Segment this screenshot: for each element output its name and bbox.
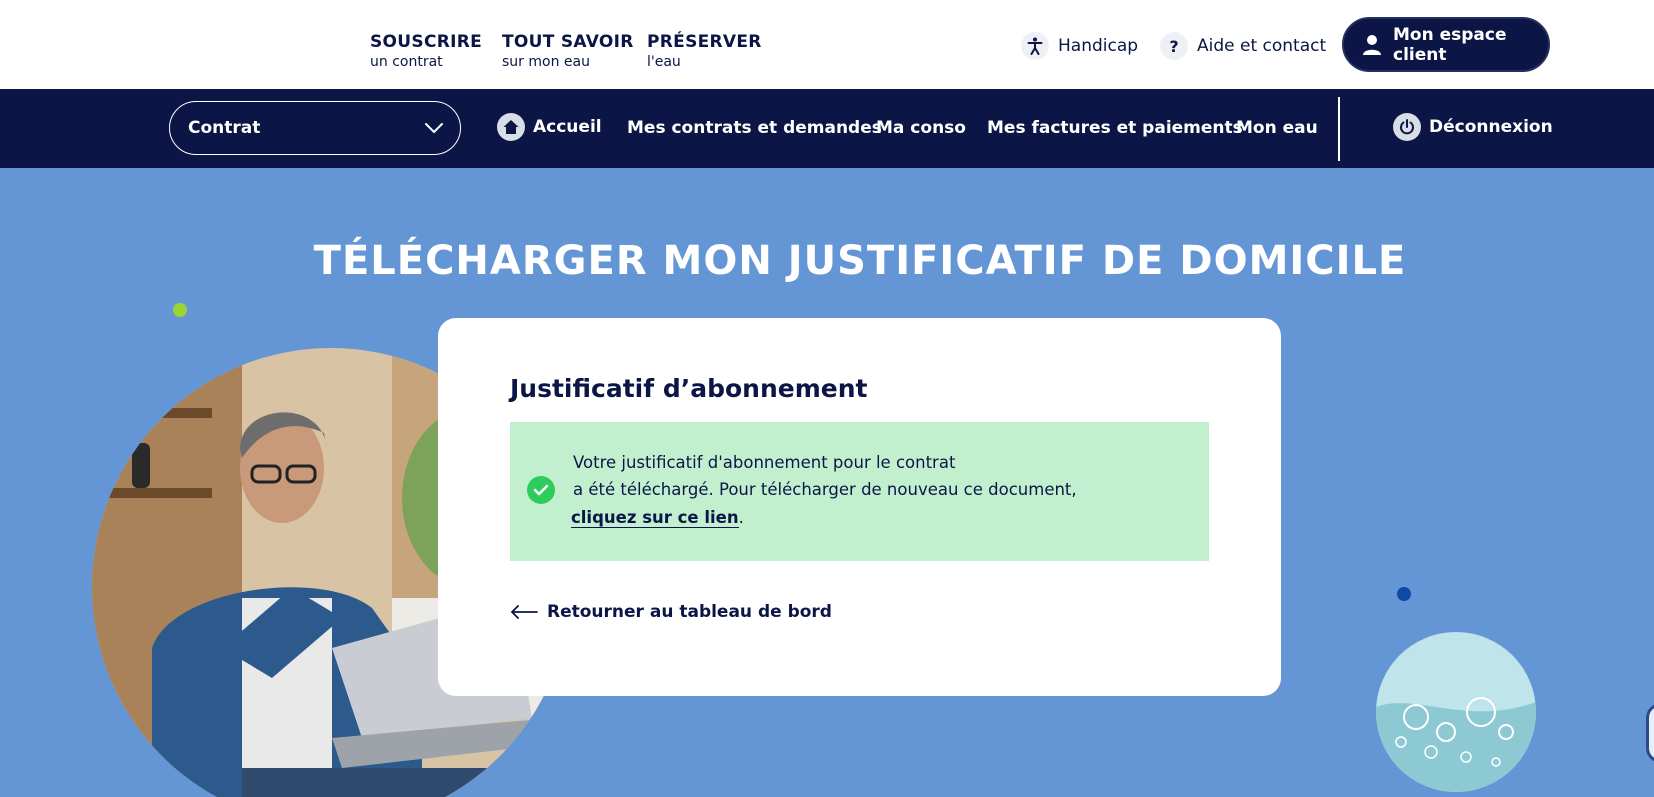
home-icon [497, 113, 525, 141]
nav-preserver-title: PRÉSERVER [647, 32, 762, 52]
content-card: Justificatif d’abonnement Votre justific… [438, 318, 1281, 696]
power-icon [1393, 113, 1421, 141]
nav-tout-savoir-subtitle: sur mon eau [502, 54, 590, 70]
back-link-label: Retourner au tableau de bord [547, 602, 832, 622]
arrow-left-icon [510, 605, 538, 619]
alert-text-line-1: Votre justificatif d'abonnement pour le … [573, 453, 956, 472]
nav-invoices[interactable]: Mes factures et paiements [987, 116, 1243, 140]
chevron-down-icon [424, 120, 444, 140]
check-icon [527, 476, 555, 504]
question-icon: ? [1160, 32, 1188, 60]
nav-preserver-subtitle: l'eau [647, 54, 681, 70]
nav-souscrire[interactable]: SOUSCRIRE un contrat [370, 32, 482, 71]
nav-home[interactable]: Accueil [497, 113, 602, 141]
help-label: Aide et contact [1197, 36, 1327, 56]
nav-tout-savoir[interactable]: TOUT SAVOIR sur mon eau [502, 32, 634, 71]
nav-preserver[interactable]: PRÉSERVER l'eau [647, 32, 762, 71]
nav-home-label: Accueil [533, 117, 602, 137]
chat-widget-handle[interactable] [1646, 703, 1654, 763]
alert-text-line-3: cliquez sur ce lien. [571, 508, 744, 528]
decorative-dot-green [173, 303, 187, 317]
contract-select-value: Contrat [188, 118, 261, 138]
water-bubbles-image [1376, 632, 1536, 792]
user-icon [1362, 34, 1382, 56]
handicap-link[interactable]: Handicap [1021, 30, 1138, 62]
logout-label: Déconnexion [1429, 117, 1553, 137]
decorative-dot-blue [1397, 587, 1411, 601]
page-title: TÉLÉCHARGER MON JUSTIFICATIF DE DOMICILE [313, 238, 1407, 284]
handicap-label: Handicap [1058, 36, 1139, 56]
nav-souscrire-title: SOUSCRIRE [370, 32, 483, 52]
nav-contracts[interactable]: Mes contrats et demandes [627, 116, 882, 140]
nav-divider [1338, 97, 1340, 161]
contract-select[interactable]: Contrat [169, 101, 461, 155]
main-navbar: Contrat Accueil Mes contrats et demandes… [0, 89, 1654, 168]
help-contact-link[interactable]: ? Aide et contact [1160, 30, 1326, 62]
alert-text-line-2: a été téléchargé. Pour télécharger de no… [573, 480, 1077, 499]
logout-link[interactable]: Déconnexion [1393, 113, 1553, 141]
back-to-dashboard-link[interactable]: Retourner au tableau de bord [510, 602, 832, 622]
nav-souscrire-subtitle: un contrat [370, 54, 443, 70]
accessibility-icon [1021, 32, 1049, 60]
redownload-link[interactable]: cliquez sur ce lien [571, 508, 739, 528]
nav-water[interactable]: Mon eau [1236, 116, 1318, 140]
top-header: SOUSCRIRE un contrat TOUT SAVOIR sur mon… [0, 0, 1654, 89]
success-alert: Votre justificatif d'abonnement pour le … [510, 422, 1209, 561]
client-space-label: Mon espace client [1393, 24, 1507, 65]
alert-text-end: . [738, 508, 744, 527]
client-space-button[interactable]: Mon espace client [1342, 17, 1550, 72]
card-title: Justificatif d’abonnement [510, 374, 868, 403]
nav-conso[interactable]: Ma conso [876, 116, 966, 140]
nav-tout-savoir-title: TOUT SAVOIR [502, 32, 634, 52]
